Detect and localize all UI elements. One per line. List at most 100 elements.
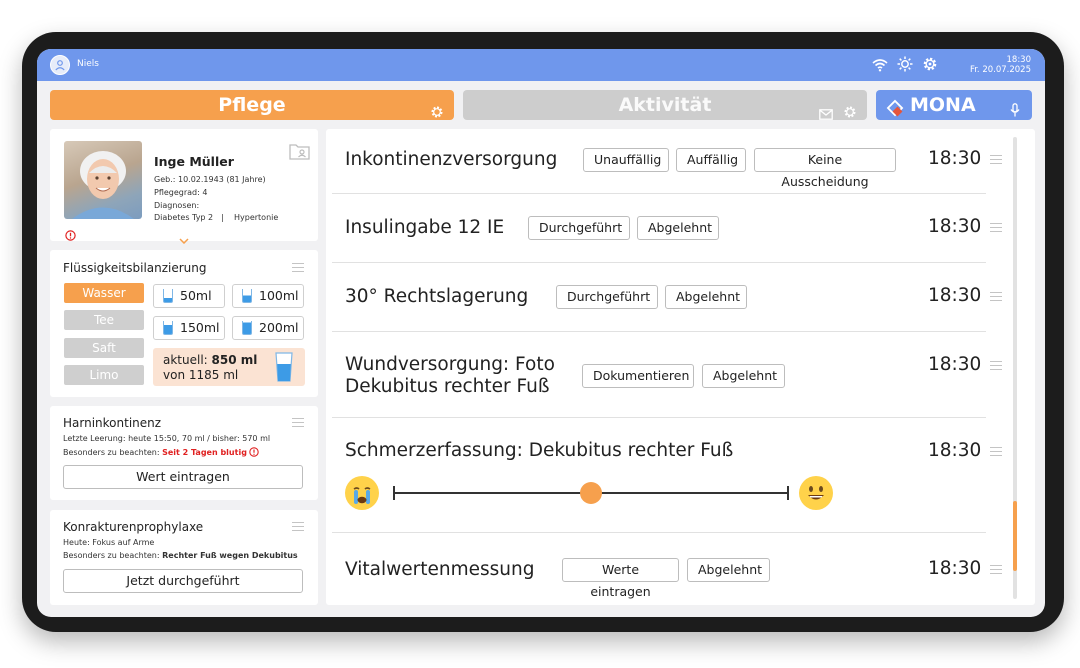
harninkontinenz-card: Harninkontinenz Letzte Leerung: heute 15… [50,406,318,500]
task-title-line-2: Dekubitus rechter Fuß [345,376,550,397]
task-row: Vitalwertenmessung Werte eintragen Abgel… [332,534,1002,605]
tab-mona-label: MONA [910,94,976,116]
amount-100ml-label: 100ml [259,288,299,303]
task-menu-icon[interactable] [990,223,1002,232]
task-menu-icon[interactable] [990,292,1002,301]
werte-eintragen-button[interactable]: Werte eintragen [562,558,679,599]
task-time: 18:30 [928,285,982,306]
drink-limo[interactable]: Limo [64,365,144,385]
harn-note: Besonders zu beachten: Seit 2 Tagen blut… [63,447,260,457]
alert-icon[interactable] [65,226,76,245]
aktivitaet-settings-icon[interactable] [843,98,857,128]
task-row: Insulingabe 12 IE Durchgeführt Abgelehnt… [332,195,1002,263]
harn-note-label: Besonders zu beachten: [63,448,160,457]
task-time: 18:30 [928,354,982,375]
amount-200ml-label: 200ml [259,320,299,335]
microphone-icon[interactable] [1010,97,1020,127]
brightness-icon[interactable] [897,56,913,76]
glass-icon [163,289,173,303]
task-menu-icon[interactable] [990,565,1002,574]
fluid-menu-icon[interactable] [292,263,304,272]
kontrakturen-note-value: Rechter Fuß wegen Dekubitus [162,551,298,560]
auffaellig-button[interactable]: Auffällig [676,148,746,172]
fluid-balance-card: Flüssigkeitsbilanzierung Wasser Tee Saft… [50,250,318,397]
patient-birthdate: Geb.: 10.02.1943 (81 Jahre) [154,175,266,184]
kontrakturen-note: Besonders zu beachten: Rechter Fuß wegen… [63,551,298,560]
amount-50ml-button[interactable]: 50ml [153,284,225,308]
durchgefuehrt-button[interactable]: Durchgeführt [528,216,630,240]
harn-note-value: Seit 2 Tagen blutig [162,448,247,457]
keine-ausscheidung-button[interactable]: Keine Ausscheidung [754,148,896,189]
diagnosis-separator: | [221,213,224,222]
settings-gear-icon[interactable] [922,56,938,76]
drink-tee[interactable]: Tee [64,310,144,330]
drink-saft[interactable]: Saft [64,338,144,358]
amount-200ml-button[interactable]: 200ml [232,316,304,340]
expand-chevron-icon[interactable] [179,229,189,248]
task-time: 18:30 [928,558,982,579]
task-title: Schmerzerfassung: Dekubitus rechter Fuß [345,440,734,461]
patient-care-level: Pflegegrad: 4 [154,188,208,197]
kontrakturen-title: Konrakturenprophylaxe [63,520,204,534]
clock-time: 18:30 [1006,55,1032,65]
task-menu-icon[interactable] [990,155,1002,164]
task-time: 18:30 [928,148,982,169]
clock-date: Fr. 20.07.2025 [969,65,1031,75]
abgelehnt-button[interactable]: Abgelehnt [637,216,719,240]
large-glass-icon [275,352,293,386]
tab-aktivitaet[interactable]: Aktivität [463,90,867,120]
jetzt-durchgefuehrt-button[interactable]: Jetzt durchgeführt [63,569,303,593]
amount-150ml-label: 150ml [180,320,220,335]
glass-icon [242,289,252,303]
drink-wasser[interactable]: Wasser [64,283,144,303]
smiling-face-icon[interactable] [799,476,833,510]
mail-icon[interactable] [819,99,833,129]
slider-end-cap [787,486,789,500]
task-menu-icon[interactable] [990,361,1002,370]
amount-50ml-label: 50ml [180,288,212,303]
patient-folder-icon[interactable] [289,143,310,164]
user-name: Niels [77,59,99,69]
glass-icon [242,321,252,335]
task-row: Wundversorgung: Foto Dekubitus rechter F… [332,333,1002,418]
user-avatar-icon[interactable] [50,55,70,75]
wert-eintragen-button[interactable]: Wert eintragen [63,465,303,489]
patient-name: Inge Müller [154,154,234,169]
crying-face-icon[interactable] [345,476,379,510]
glass-icon [163,321,173,335]
task-list: Inkontinenzversorgung Unauffällig Auffäl… [326,129,1035,605]
patient-diagnosis-2: Hypertonie [234,213,279,222]
durchgefuehrt-button[interactable]: Durchgeführt [556,285,658,309]
task-title-line-1: Wundversorgung: Foto [345,354,555,375]
abgelehnt-button[interactable]: Abgelehnt [702,364,785,388]
task-row: Inkontinenzversorgung Unauffällig Auffäl… [332,129,1002,194]
patient-card: Inge Müller Geb.: 10.02.1943 (81 Jahre) … [50,129,318,245]
pflege-settings-icon[interactable] [430,98,444,128]
tab-pflege[interactable]: Pflege [50,90,454,120]
dokumentieren-button[interactable]: Dokumentieren [582,364,694,388]
task-title: Inkontinenzversorgung [345,149,558,170]
task-row: 30° Rechtslagerung Durchgeführt Abgelehn… [332,264,1002,332]
fluid-summary: aktuell: 850 ml von 1185 ml [153,348,305,386]
tab-aktivitaet-label: Aktivität [618,94,712,116]
slider-start-cap [393,486,395,500]
amount-150ml-button[interactable]: 150ml [153,316,225,340]
abgelehnt-button[interactable]: Abgelehnt [687,558,770,582]
unauffaellig-button[interactable]: Unauffällig [583,148,669,172]
slider-knob[interactable] [580,482,602,504]
kontrakturen-menu-icon[interactable] [292,522,304,531]
tab-mona[interactable]: MONA [876,90,1032,120]
patient-diagnosis-1: Diabetes Typ 2 [154,213,214,222]
task-title: Vitalwertenmessung [345,559,535,580]
status-bar: Niels 18:30 Fr. 20.07.2025 [37,49,1045,81]
tab-pflege-label: Pflege [218,94,286,116]
harn-last-void: Letzte Leerung: heute 15:50, 70 ml / bis… [63,434,271,443]
task-menu-icon[interactable] [990,447,1002,456]
amount-100ml-button[interactable]: 100ml [232,284,304,308]
scrollbar-thumb[interactable] [1013,501,1017,571]
abgelehnt-button[interactable]: Abgelehnt [665,285,747,309]
wifi-icon[interactable] [872,57,888,76]
harn-menu-icon[interactable] [292,418,304,427]
mona-logo-icon [886,96,904,126]
harninkontinenz-title: Harninkontinenz [63,416,162,430]
